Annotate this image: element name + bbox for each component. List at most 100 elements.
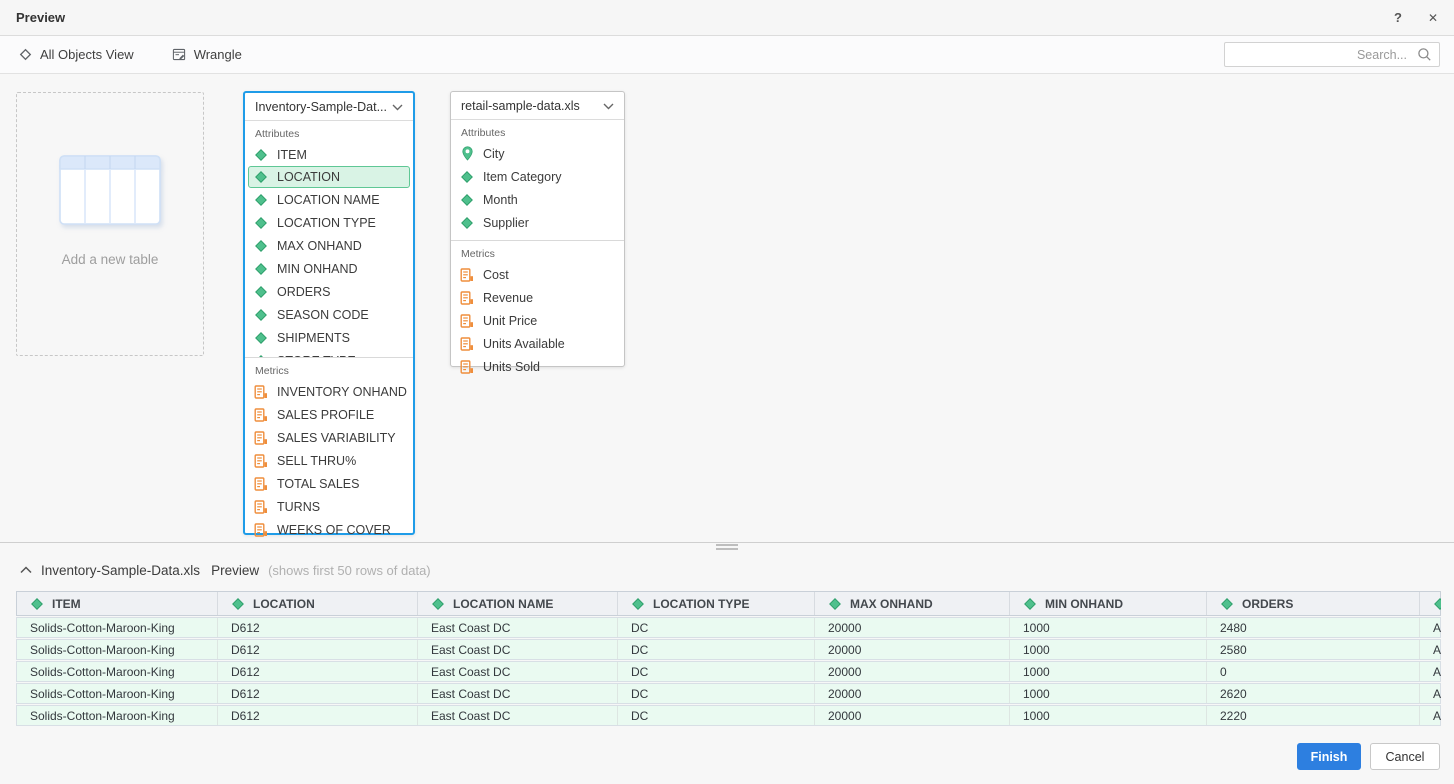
table-row[interactable]: Solids-Cotton-Maroon-KingD612East Coast … [16,617,1441,638]
preview-section: Inventory-Sample-Data.xls Preview (shows… [0,551,1454,726]
column-header-location-name[interactable]: LOCATION NAME [418,592,618,615]
canvas-area: Add a new table Inventory-Sample-Dat... … [0,74,1454,542]
table-cell: 20000 [815,618,1010,637]
page-title: Preview [16,10,65,25]
preview-table: ITEMLOCATIONLOCATION NAMELOCATION TYPEMA… [16,591,1441,726]
object-item-label: TOTAL SALES [277,477,359,491]
object-item-store-type[interactable]: STORE TYPE [245,349,413,357]
collapse-chevron-icon[interactable] [20,561,32,579]
object-item-unit-price[interactable]: Unit Price [451,309,624,332]
all-objects-view-button[interactable]: All Objects View [18,47,134,62]
object-item-inventory-onhand[interactable]: INVENTORY ONHAND [245,380,413,403]
chevron-down-icon [392,98,403,116]
object-item-units-available[interactable]: Units Available [451,332,624,355]
wrangle-icon [172,47,186,62]
finish-button[interactable]: Finish [1297,743,1361,770]
diamond-outline-icon [18,48,32,61]
attribute-diamond-icon [254,194,268,206]
inventory-attributes-list: ITEM LOCATIONLOCATION NAMELOCATION TYPEMA… [245,143,413,357]
table-placeholder-icon [59,155,161,230]
object-item-location[interactable]: LOCATION [248,166,410,188]
object-item-min-onhand[interactable]: MIN ONHAND [245,257,413,280]
object-item-max-onhand[interactable]: MAX ONHAND [245,234,413,257]
object-item-label: ITEM [277,148,307,162]
column-header-location[interactable]: LOCATION [218,592,418,615]
table-cell: 1000 [1010,684,1207,703]
object-item-label: TURNS [277,500,320,514]
object-item-month[interactable]: Month [451,188,624,211]
wrangle-button[interactable]: Wrangle [172,47,242,62]
metric-icon [254,523,268,537]
object-item-supplier[interactable]: Supplier [451,211,624,234]
column-header-orders[interactable]: ORDERS [1207,592,1420,615]
inventory-attributes-scroll[interactable]: Attributes ITEMLOCATIONLOCATION NAMELOCA… [245,121,413,357]
column-header-location-type[interactable]: LOCATION TYPE [618,592,815,615]
close-icon[interactable]: ✕ [1428,12,1438,24]
attribute-diamond-icon [460,217,474,229]
table-row[interactable]: Solids-Cotton-Maroon-KingD612East Coast … [16,639,1441,660]
object-item-total-sales[interactable]: TOTAL SALES [245,472,413,495]
attribute-diamond-icon [254,309,268,321]
column-header-clipped[interactable] [1420,592,1441,615]
object-item-sales-variability[interactable]: SALES VARIABILITY [245,426,413,449]
table-card-retail: retail-sample-data.xls Attributes CityIt… [450,91,625,367]
footer-actions: Finish Cancel [1297,743,1440,770]
table-row[interactable]: Solids-Cotton-Maroon-KingD612East Coast … [16,705,1441,726]
table-cell: All [1420,640,1441,659]
attribute-diamond-icon [254,263,268,275]
add-new-table-dropzone[interactable]: Add a new table [16,92,204,356]
object-item-item-category[interactable]: Item Category [451,165,624,188]
horizontal-splitter [0,542,1454,551]
table-cell: All [1420,684,1441,703]
object-item-item[interactable]: ITEM [245,143,413,166]
table-row[interactable]: Solids-Cotton-Maroon-KingD612East Coast … [16,661,1441,682]
object-item-revenue[interactable]: Revenue [451,286,624,309]
table-cell: 20000 [815,662,1010,681]
attribute-diamond-icon [1433,598,1441,610]
attribute-diamond-icon [460,194,474,206]
object-item-turns[interactable]: TURNS [245,495,413,518]
table-cell: 20000 [815,640,1010,659]
object-item-season-code[interactable]: SEASON CODE [245,303,413,326]
table-cell: East Coast DC [418,684,618,703]
preview-note: (shows first 50 rows of data) [268,563,431,578]
object-item-sales-profile[interactable]: SALES PROFILE [245,403,413,426]
column-header-min-onhand[interactable]: MIN ONHAND [1010,592,1207,615]
table-cell: East Coast DC [418,706,618,725]
table-cell: 1000 [1010,662,1207,681]
metric-icon [254,408,268,422]
add-table-label: Add a new table [62,252,159,267]
object-item-weeks-of-cover[interactable]: WEEKS OF COVER [245,518,413,541]
splitter-drag-handle[interactable] [716,544,738,550]
object-item-label: Units Available [483,337,565,351]
column-header-label: MIN ONHAND [1045,597,1123,611]
object-item-location-name[interactable]: LOCATION NAME [245,188,413,211]
object-item-sell-thru[interactable]: SELL THRU% [245,449,413,472]
object-item-city[interactable]: City [451,142,624,165]
cancel-button[interactable]: Cancel [1370,743,1440,770]
help-icon[interactable]: ? [1394,11,1402,24]
table-cell: 2480 [1207,618,1420,637]
inventory-metrics-block: Metrics INVENTORY ONHANDSALES PROFILESAL… [245,357,413,541]
table-row[interactable]: Solids-Cotton-Maroon-KingD612East Coast … [16,683,1441,704]
inventory-table-name: Inventory-Sample-Dat... [255,100,387,114]
object-item-label: MIN ONHAND [277,262,358,276]
attribute-diamond-icon [1023,598,1037,610]
column-header-max-onhand[interactable]: MAX ONHAND [815,592,1010,615]
object-item-units-sold[interactable]: Units Sold [451,355,624,378]
table-cell: All [1420,662,1441,681]
inventory-table-select[interactable]: Inventory-Sample-Dat... [245,93,413,121]
column-header-item[interactable]: ITEM [17,592,218,615]
object-item-cost[interactable]: Cost [451,263,624,286]
object-item-location-type[interactable]: LOCATION TYPE [245,211,413,234]
object-item-label: Item Category [483,170,562,184]
search-box [1224,42,1440,67]
object-item-shipments[interactable]: SHIPMENTS [245,326,413,349]
attribute-diamond-icon [1220,598,1234,610]
object-item-orders[interactable]: ORDERS [245,280,413,303]
object-item-label: SALES VARIABILITY [277,431,396,445]
attribute-diamond-icon [30,598,44,610]
search-input[interactable] [1224,42,1440,67]
object-item-label: Month [483,193,518,207]
retail-table-select[interactable]: retail-sample-data.xls [451,92,624,120]
